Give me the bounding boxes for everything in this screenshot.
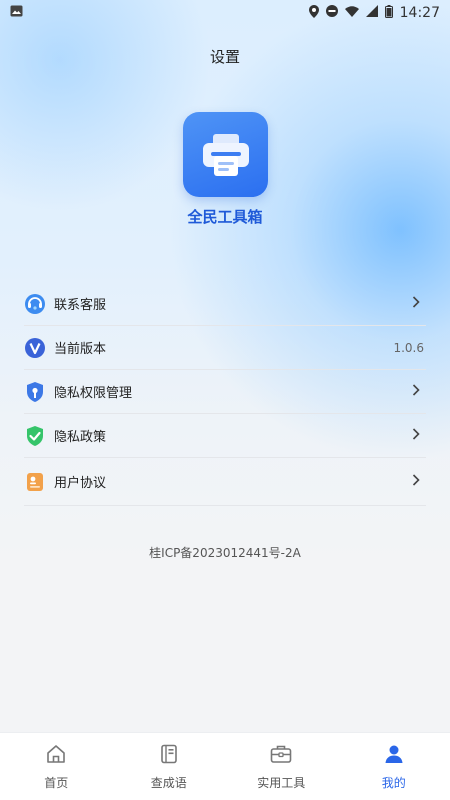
version-icon bbox=[24, 337, 46, 359]
menu-item-label: 联系客服 bbox=[54, 298, 107, 313]
bottom-tab-bar: 首页 查成语 实用工具 我的 bbox=[0, 732, 450, 800]
chevron-right-icon bbox=[412, 427, 420, 444]
toolbox-icon bbox=[269, 742, 293, 766]
menu-item-label: 隐私政策 bbox=[54, 430, 107, 445]
user-agreement-icon bbox=[24, 471, 46, 493]
version-value: 1.0.6 bbox=[393, 340, 424, 355]
home-icon bbox=[44, 742, 68, 766]
menu-item-current-version: 当前版本 1.0.6 bbox=[24, 326, 426, 370]
menu-item-privacy-permission[interactable]: 隐私权限管理 bbox=[24, 370, 426, 414]
page-title: 设置 bbox=[209, 48, 240, 66]
menu-item-label: 用户协议 bbox=[54, 476, 107, 491]
tab-label: 我的 bbox=[381, 776, 406, 790]
printer-icon bbox=[202, 133, 249, 176]
tab-label: 实用工具 bbox=[257, 776, 306, 790]
battery-icon bbox=[384, 4, 393, 22]
signal-icon bbox=[365, 5, 378, 21]
app-name: 全民工具箱 bbox=[187, 208, 263, 226]
icp-record: 桂ICP备2023012441号-2A bbox=[149, 546, 301, 560]
privacy-policy-icon bbox=[24, 425, 46, 447]
chevron-right-icon bbox=[412, 473, 420, 490]
notification-image-icon bbox=[10, 5, 23, 21]
tab-idiom[interactable]: 查成语 bbox=[113, 733, 226, 800]
status-bar: 14:27 bbox=[0, 0, 450, 26]
idiom-book-icon bbox=[157, 742, 181, 766]
location-icon bbox=[308, 4, 319, 22]
settings-menu: 联系客服 当前版本 1.0.6 隐私权限管理 隐私政策 用户协议 bbox=[24, 282, 426, 506]
menu-item-privacy-policy[interactable]: 隐私政策 bbox=[24, 414, 426, 458]
tab-mine[interactable]: 我的 bbox=[338, 733, 450, 800]
menu-item-label: 当前版本 bbox=[54, 342, 107, 357]
menu-item-label: 隐私权限管理 bbox=[54, 386, 133, 401]
menu-item-user-agreement[interactable]: 用户协议 bbox=[24, 458, 426, 506]
privacy-permission-icon bbox=[24, 381, 46, 403]
tab-home[interactable]: 首页 bbox=[0, 733, 113, 800]
app-logo bbox=[183, 112, 268, 197]
tab-tools[interactable]: 实用工具 bbox=[225, 733, 338, 800]
profile-icon bbox=[382, 742, 406, 766]
chevron-right-icon bbox=[412, 295, 420, 312]
menu-item-contact-support[interactable]: 联系客服 bbox=[24, 282, 426, 326]
chevron-right-icon bbox=[412, 383, 420, 400]
do-not-disturb-icon bbox=[325, 5, 338, 21]
wifi-icon bbox=[344, 5, 359, 21]
tab-label: 查成语 bbox=[150, 776, 187, 790]
tab-label: 首页 bbox=[44, 776, 69, 790]
customer-service-icon bbox=[24, 293, 46, 315]
status-time: 14:27 bbox=[399, 5, 440, 21]
